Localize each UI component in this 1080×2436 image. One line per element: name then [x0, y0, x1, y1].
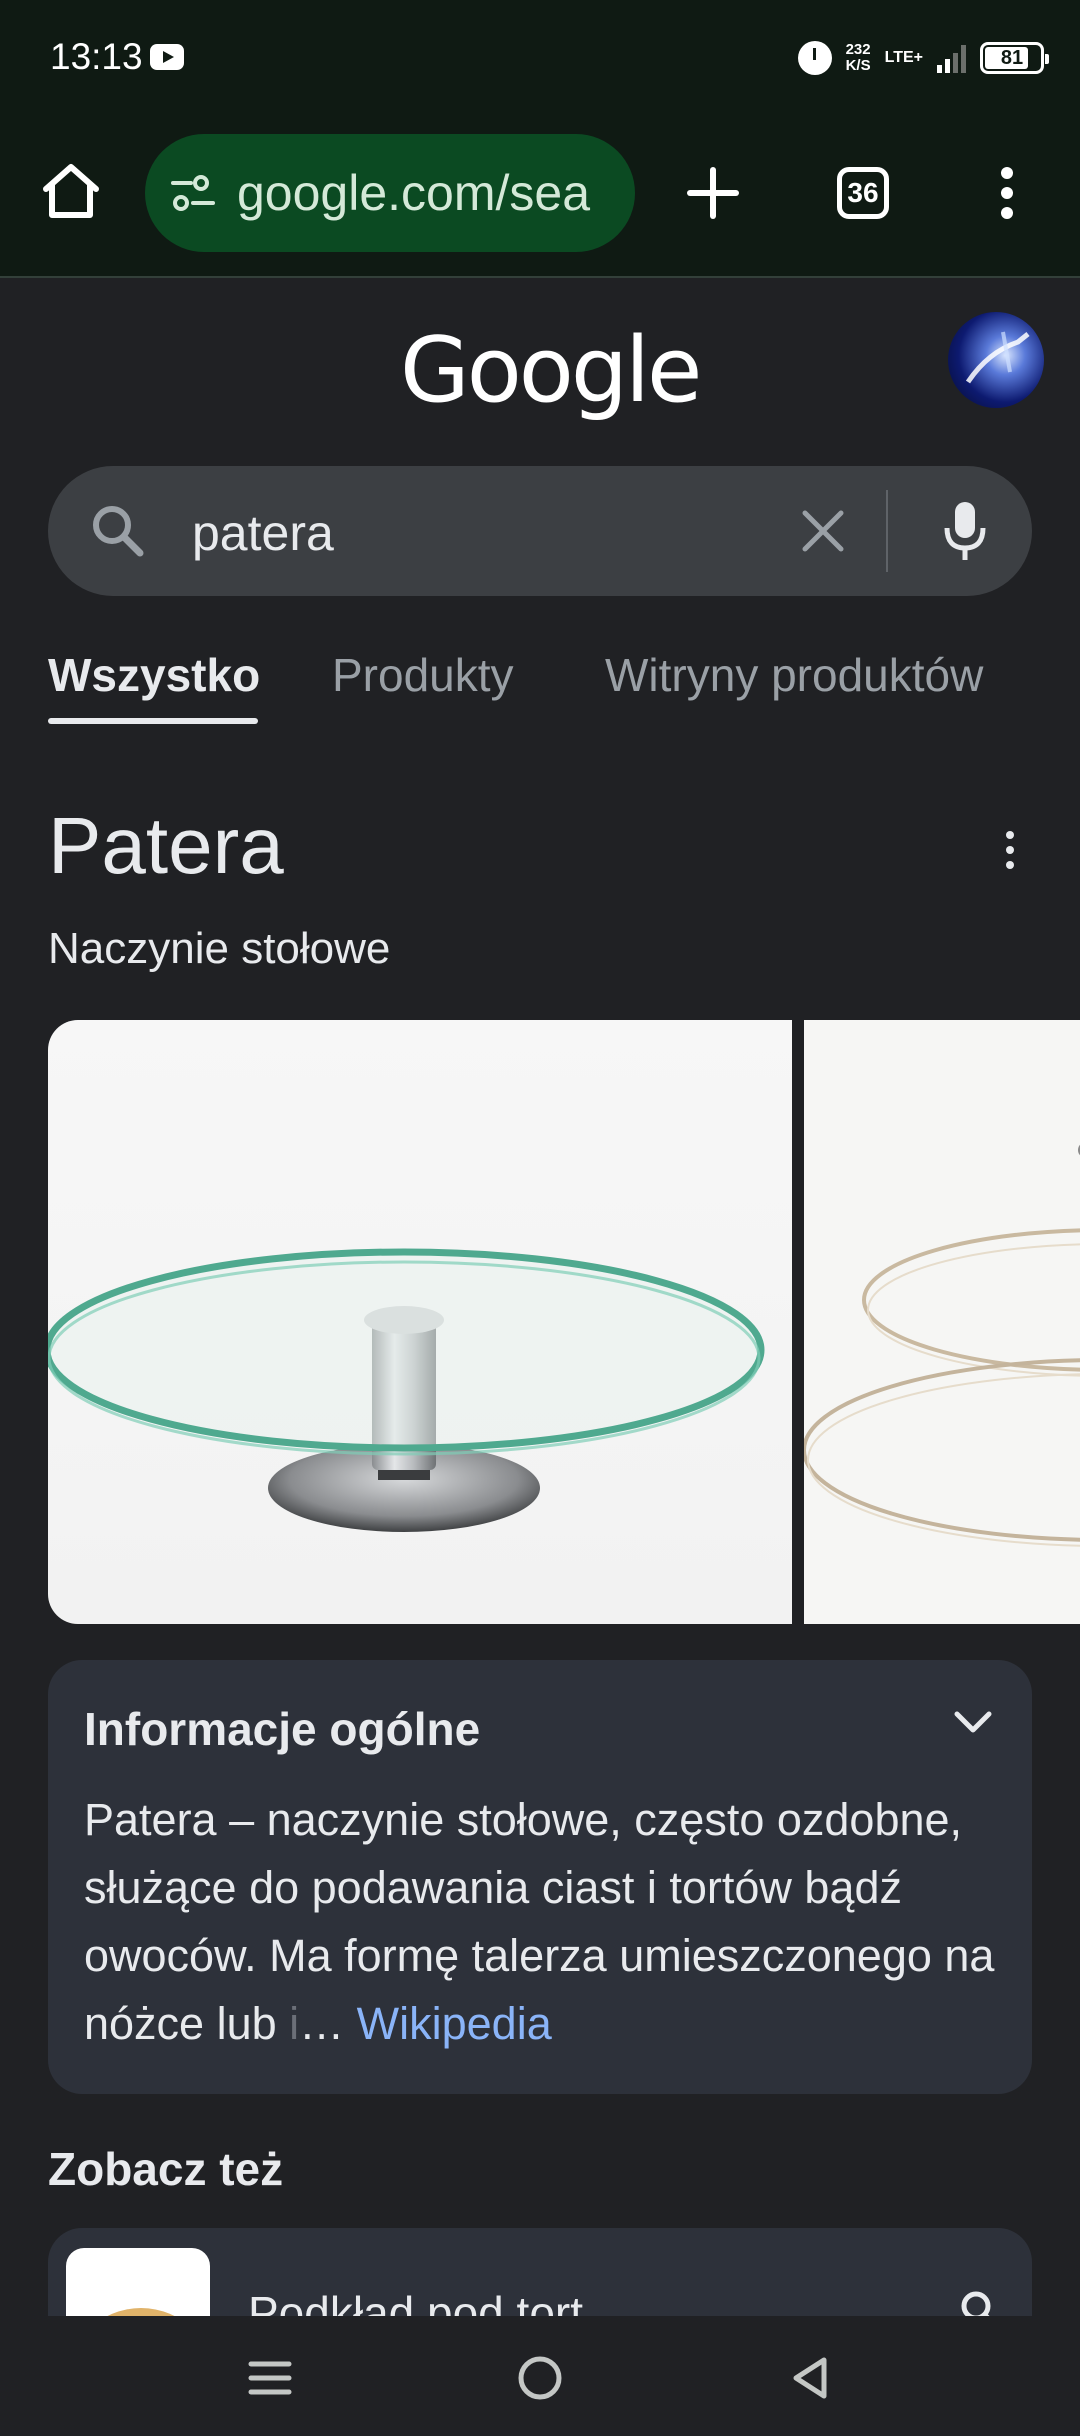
voice-search-button[interactable]: [928, 494, 1002, 568]
back-button[interactable]: [778, 2346, 842, 2410]
status-icons: 232 K/S LTE+ 81: [797, 36, 1049, 80]
cake-stand-image: [48, 1248, 765, 1532]
active-tab-indicator: [48, 718, 258, 724]
wikipedia-link[interactable]: Wikipedia: [357, 1998, 552, 2049]
knowledge-image-1[interactable]: [48, 1020, 792, 1624]
network-type: LTE+: [884, 49, 923, 66]
more-vert-icon: [1001, 167, 1013, 219]
alarm-icon: [797, 41, 832, 75]
knowledge-image-2[interactable]: [804, 1020, 1080, 1624]
signal-icon: [937, 43, 966, 73]
expand-button[interactable]: [948, 1698, 998, 1748]
tab-product-sites[interactable]: Witryny produktów: [605, 648, 983, 702]
battery-percent: 81: [1000, 46, 1024, 69]
search-input[interactable]: patera: [192, 504, 334, 562]
home-icon: [43, 164, 99, 218]
description-ellipsis: …: [299, 1998, 357, 2049]
status-bar: 13:13 232 K/S LTE+ 81: [0, 0, 1080, 118]
new-tab-button[interactable]: [678, 158, 748, 228]
network-speed-value: 232: [845, 41, 871, 58]
search-icon: [93, 506, 144, 557]
general-info-title: Informacje ogólne: [84, 1703, 481, 1755]
status-time: 13:13: [50, 36, 143, 77]
menu-icon: [248, 2361, 292, 2395]
tab-products[interactable]: Produkty: [332, 648, 514, 702]
chevron-down-icon: [954, 1711, 992, 1733]
youtube-icon: [150, 44, 184, 70]
avatar-image-icon: [965, 331, 1030, 384]
search-divider: [886, 490, 888, 572]
description-faded-text: i: [289, 1998, 300, 2049]
knowledge-panel-subtitle: Naczynie stołowe: [48, 924, 391, 973]
search-box[interactable]: patera: [48, 466, 1032, 596]
google-logo[interactable]: Google: [400, 318, 702, 423]
url-bar[interactable]: google.com/sea: [145, 134, 635, 252]
tab-switcher-button[interactable]: 36: [828, 158, 898, 228]
knowledge-panel-menu-button[interactable]: [990, 822, 1030, 878]
url-text[interactable]: google.com/sea: [237, 164, 590, 222]
home-button[interactable]: [38, 158, 104, 224]
knowledge-panel-title: Patera: [48, 801, 284, 890]
back-triangle-icon: [793, 2357, 827, 2399]
plus-icon: [687, 167, 739, 219]
browser-toolbar: google.com/sea 36: [0, 118, 1080, 278]
recents-button[interactable]: [238, 2346, 302, 2410]
clear-search-button[interactable]: [788, 496, 858, 566]
search-tabs: Wszystko Produkty Witryny produktów: [48, 648, 1080, 728]
see-also-title: Zobacz też: [48, 2143, 284, 2195]
network-speed: 232 K/S: [846, 42, 871, 74]
site-settings-icon[interactable]: [169, 173, 217, 213]
tab-all[interactable]: Wszystko: [48, 648, 260, 702]
microphone-icon: [944, 502, 986, 560]
circle-home-icon: [518, 2356, 562, 2400]
tab-count: 36: [837, 167, 889, 219]
general-info-card[interactable]: Informacje ogólne Patera – naczynie stoł…: [48, 1660, 1032, 2094]
general-info-description: Patera – naczynie stołowe, często ozdobn…: [84, 1786, 1004, 2058]
home-nav-button[interactable]: [508, 2346, 572, 2410]
battery-icon: 81: [980, 42, 1049, 74]
glass-stand-image: [804, 1144, 1080, 1547]
close-icon: [802, 510, 844, 552]
browser-menu-button[interactable]: [972, 158, 1042, 228]
account-avatar[interactable]: [948, 312, 1044, 408]
system-nav-bar: [0, 2316, 1080, 2436]
network-speed-unit: K/S: [845, 57, 871, 74]
